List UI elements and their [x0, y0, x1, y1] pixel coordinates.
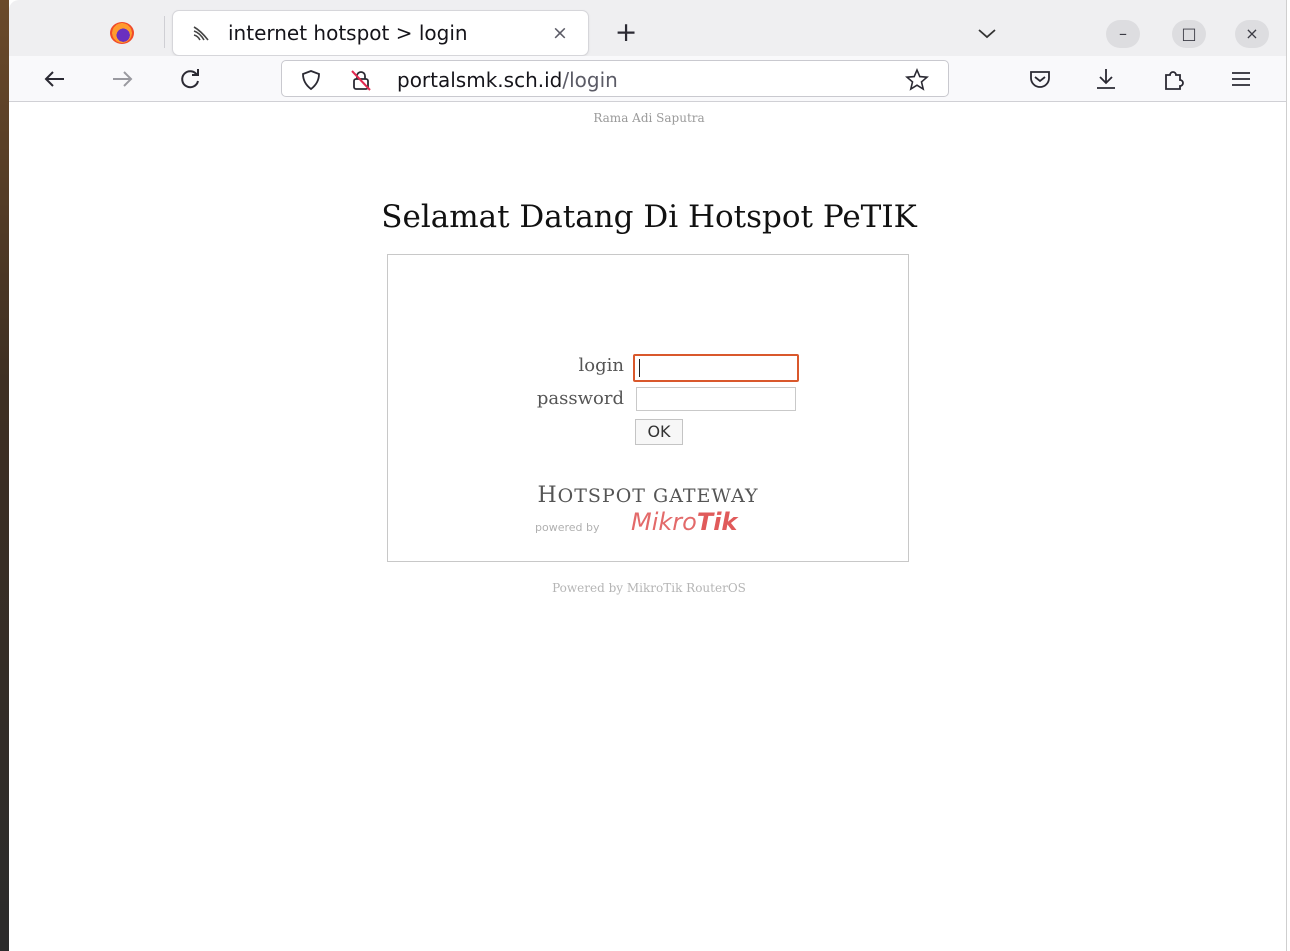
minimize-button[interactable]: –	[1106, 20, 1140, 48]
mikrotik-logo-light: Mikro	[631, 508, 697, 536]
login-label: login	[578, 355, 624, 376]
menu-icon	[1232, 72, 1250, 86]
minimize-icon: –	[1119, 24, 1127, 43]
url-path: /login	[562, 68, 618, 92]
tab-separator	[164, 16, 165, 48]
tab-title: internet hotspot > login	[228, 21, 468, 45]
reload-icon	[181, 69, 199, 89]
reload-button[interactable]	[174, 63, 206, 95]
downloads-button[interactable]	[1090, 63, 1122, 95]
browser-window: internet hotspot > login × + – □ × porta…	[9, 0, 1286, 951]
back-button[interactable]	[39, 63, 71, 95]
page-title: Selamat Datang Di Hotspot PeTIK	[381, 199, 917, 235]
footer-credit: Powered by MikroTik RouterOS	[552, 581, 746, 595]
mikrotik-logo-bold: Tik	[696, 508, 738, 536]
firefox-logo-icon[interactable]	[110, 22, 134, 44]
close-window-button[interactable]: ×	[1235, 20, 1269, 48]
page-content: Rama Adi Saputra Selamat Datang Di Hotsp…	[9, 103, 1286, 951]
star-icon[interactable]	[904, 67, 930, 93]
login-input[interactable]	[633, 354, 799, 382]
author-credit: Rama Adi Saputra	[593, 111, 705, 125]
password-input[interactable]	[636, 387, 796, 411]
tab-close-icon[interactable]: ×	[547, 20, 573, 46]
lock-slash-icon[interactable]	[348, 67, 374, 93]
login-box: login password OK HOTSPOT GATEWAY powere…	[387, 254, 909, 562]
tab-strip: internet hotspot > login × + – □ ×	[9, 0, 1286, 56]
extensions-button[interactable]	[1158, 63, 1190, 95]
url-bar[interactable]: portalsmk.sch.id/login	[281, 60, 949, 97]
url-domain: portalsmk.sch.id	[397, 68, 563, 92]
close-icon: ×	[1245, 24, 1259, 43]
url-text[interactable]: portalsmk.sch.id/login	[397, 68, 618, 92]
text-caret	[639, 359, 640, 377]
download-icon	[1097, 69, 1115, 89]
window-right-edge	[1286, 0, 1290, 951]
password-label: password	[536, 388, 624, 409]
shield-icon[interactable]	[299, 68, 323, 92]
powered-by-text: powered by	[535, 521, 600, 534]
ok-button[interactable]: OK	[635, 419, 683, 445]
gateway-title-rest: OTSPOT GATEWAY	[557, 485, 759, 507]
maximize-button[interactable]: □	[1172, 20, 1206, 48]
forward-icon	[113, 71, 133, 87]
pocket-icon	[1030, 71, 1050, 88]
back-icon	[44, 71, 64, 87]
tab-list-chevron-down-icon[interactable]	[973, 21, 1001, 47]
desktop-edge	[0, 0, 9, 951]
gateway-title-initial: H	[537, 483, 558, 508]
pocket-button[interactable]	[1024, 63, 1056, 95]
tab-active[interactable]: internet hotspot > login ×	[173, 11, 588, 55]
hotspot-gateway-title: HOTSPOT GATEWAY	[388, 483, 908, 508]
mikrotik-logo: MikroTik	[631, 508, 737, 536]
menu-button[interactable]	[1225, 63, 1257, 95]
extensions-icon	[1165, 71, 1184, 90]
navigation-bar: portalsmk.sch.id/login	[9, 56, 1286, 102]
new-tab-button[interactable]: +	[611, 19, 641, 49]
forward-button[interactable]	[106, 63, 138, 95]
wifi-icon	[193, 26, 209, 41]
maximize-icon: □	[1181, 24, 1197, 43]
